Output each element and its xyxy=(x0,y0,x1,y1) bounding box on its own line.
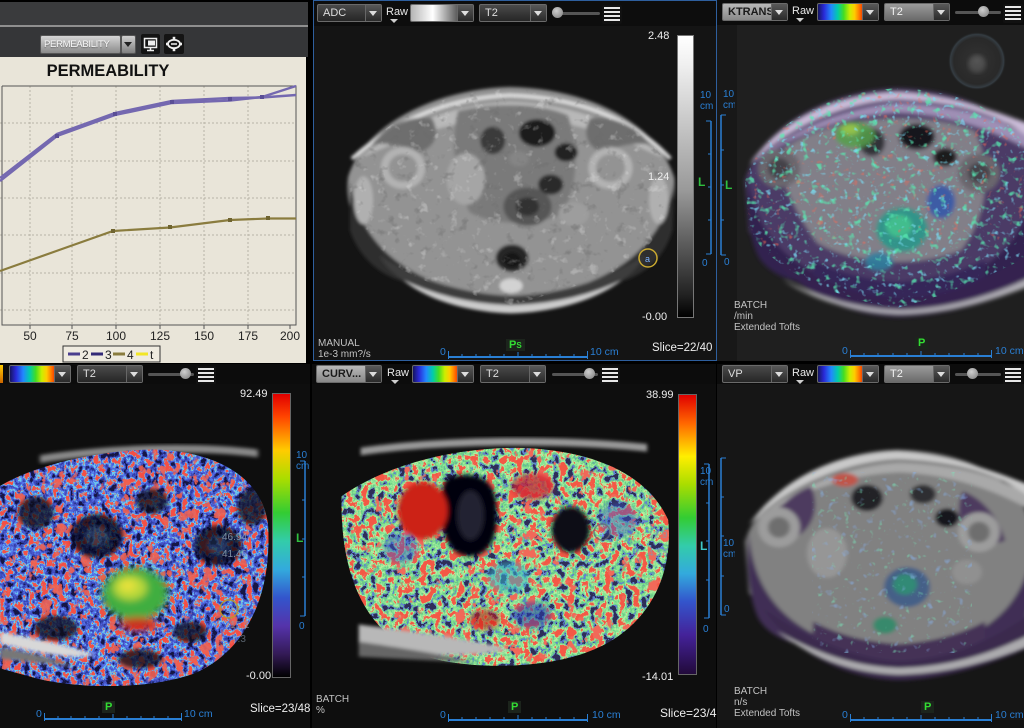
svg-text:0: 0 xyxy=(703,624,709,635)
svg-text:3: 3 xyxy=(105,348,112,362)
svg-text:cm: cm xyxy=(700,477,713,488)
svg-text:a: a xyxy=(599,529,604,538)
svg-text:10: 10 xyxy=(700,466,712,477)
svg-text:L: L xyxy=(698,175,705,189)
svg-text:cm: cm xyxy=(723,100,735,111)
svg-text:0: 0 xyxy=(702,258,708,266)
svg-text:a: a xyxy=(645,254,650,264)
svg-text:10: 10 xyxy=(296,450,308,461)
svg-text:10: 10 xyxy=(700,90,712,101)
svg-text:L: L xyxy=(296,531,303,545)
svg-text:150: 150 xyxy=(194,329,214,343)
svg-text:75: 75 xyxy=(65,329,79,343)
svg-text:175: 175 xyxy=(238,329,258,343)
svg-text:200: 200 xyxy=(280,329,300,343)
svg-text:0: 0 xyxy=(724,257,730,265)
svg-text:0: 0 xyxy=(724,604,730,615)
svg-text:125: 125 xyxy=(150,329,170,343)
svg-text:cm: cm xyxy=(296,461,309,472)
svg-text:100: 100 xyxy=(106,329,126,343)
svg-text:cm: cm xyxy=(723,549,735,560)
svg-text:4: 4 xyxy=(127,348,134,362)
svg-text:10: 10 xyxy=(723,538,735,549)
svg-text:cm: cm xyxy=(700,101,713,112)
svg-text:0: 0 xyxy=(299,621,305,632)
svg-text:L: L xyxy=(700,539,707,553)
svg-text:L: L xyxy=(725,178,732,192)
svg-text:2: 2 xyxy=(82,348,89,362)
svg-text:10: 10 xyxy=(723,89,735,100)
svg-text:50: 50 xyxy=(23,329,37,343)
